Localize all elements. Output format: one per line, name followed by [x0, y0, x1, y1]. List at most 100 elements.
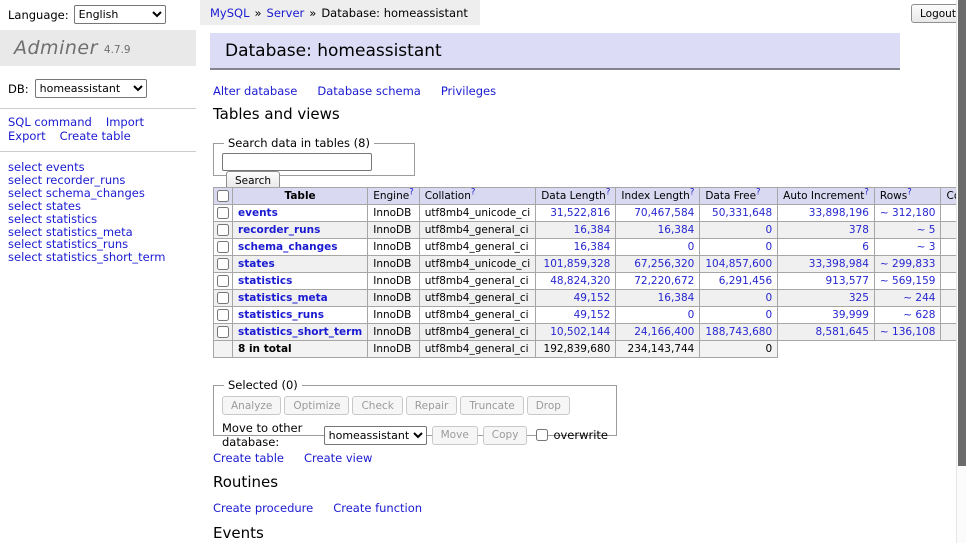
cell-data-free: 104,857,600	[700, 256, 778, 273]
link-alter-database[interactable]: Alter database	[213, 84, 297, 98]
cell-engine: InnoDB	[368, 256, 420, 273]
sidebar-table-link-statistics[interactable]: statistics	[46, 212, 97, 226]
sidebar-link-import[interactable]: Import	[106, 115, 144, 129]
sidebar-select-link-statistics-meta[interactable]: select	[8, 225, 42, 239]
cell-data-length: 16,384	[536, 239, 616, 256]
cell-data-length: 31,522,816	[536, 205, 616, 222]
column-help-link[interactable]: ?	[690, 188, 695, 198]
sidebar-link-create-table[interactable]: Create table	[60, 129, 131, 143]
row-checkbox-recorder-runs[interactable]	[217, 224, 229, 236]
column-help-link[interactable]: ?	[606, 188, 611, 198]
row-checkbox-statistics-meta[interactable]	[217, 292, 229, 304]
optimize-button[interactable]: Optimize	[284, 396, 349, 415]
breadcrumb-current: Database: homeassistant	[321, 6, 468, 20]
check-button[interactable]: Check	[352, 396, 402, 415]
sidebar-select-link-statistics[interactable]: select	[8, 212, 42, 226]
table-link-statistics-runs[interactable]: statistics_runs	[238, 309, 324, 321]
cell-engine: InnoDB	[368, 290, 420, 307]
db-select[interactable]: homeassistant	[35, 79, 147, 98]
sidebar-select-link-events[interactable]: select	[8, 160, 42, 174]
rows-link-schema-changes[interactable]: ~ 3	[917, 241, 936, 253]
sidebar-table-link-states[interactable]: states	[46, 199, 81, 213]
routines-heading: Routines	[213, 473, 278, 491]
move-button[interactable]: Move	[432, 426, 478, 445]
row-checkbox-statistics-short-term[interactable]	[217, 326, 229, 338]
rows-link-statistics[interactable]: ~ 569,159	[880, 275, 936, 287]
overwrite-checkbox[interactable]	[536, 429, 548, 441]
move-db-select[interactable]: homeassistant	[324, 426, 427, 445]
link-privileges[interactable]: Privileges	[441, 84, 496, 98]
row-checkbox-schema-changes[interactable]	[217, 241, 229, 253]
sidebar-table-link-statistics-meta[interactable]: statistics_meta	[46, 225, 133, 239]
cell-index-length: 0	[616, 239, 700, 256]
table-row-statistics-short-term: statistics_short_termInnoDButf8mb4_gener…	[214, 324, 966, 341]
table-link-recorder-runs[interactable]: recorder_runs	[238, 224, 320, 236]
col-header-label: Data Length	[541, 190, 606, 202]
sidebar-table-link-statistics-runs[interactable]: statistics_runs	[46, 237, 128, 251]
row-checkbox-states[interactable]	[217, 258, 229, 270]
rows-link-recorder-runs[interactable]: ~ 5	[917, 224, 936, 236]
breadcrumb-mysql-link[interactable]: MySQL	[210, 6, 250, 20]
link-create-procedure[interactable]: Create procedure	[213, 501, 313, 515]
rows-link-statistics-short-term[interactable]: ~ 136,108	[880, 326, 936, 338]
link-create-function[interactable]: Create function	[333, 501, 422, 515]
col-header-engine: Engine?	[368, 188, 420, 205]
cell-auto-increment: 325	[778, 290, 875, 307]
scrollbar-thumb[interactable]	[958, 0, 966, 466]
copy-button[interactable]: Copy	[483, 426, 528, 445]
cell-auto-increment: 913,577	[778, 273, 875, 290]
column-help-link[interactable]: ?	[409, 188, 414, 198]
cell-data-length: 48,824,320	[536, 273, 616, 290]
rows-link-statistics-runs[interactable]: ~ 628	[903, 309, 935, 321]
sidebar-table-link-events[interactable]: events	[46, 160, 85, 174]
repair-button[interactable]: Repair	[406, 396, 458, 415]
sidebar-table-link-recorder-runs[interactable]: recorder_runs	[46, 173, 126, 187]
sidebar-table-link-statistics-short-term[interactable]: statistics_short_term	[46, 250, 166, 264]
cell-data-free: 0	[700, 290, 778, 307]
row-checkbox-statistics-runs[interactable]	[217, 309, 229, 321]
sidebar-table-link-schema-changes[interactable]: schema_changes	[46, 186, 145, 200]
sidebar-link-export[interactable]: Export	[8, 129, 46, 143]
routines-links: Create procedure Create function	[213, 501, 442, 515]
column-help-link[interactable]: ?	[864, 188, 869, 198]
analyze-button[interactable]: Analyze	[222, 396, 281, 415]
column-help-link[interactable]: ?	[907, 188, 912, 198]
table-link-statistics-short-term[interactable]: statistics_short_term	[238, 326, 362, 338]
rows-link-events[interactable]: ~ 312,180	[880, 207, 936, 219]
row-checkbox-cell	[214, 205, 233, 222]
column-help-link[interactable]: ?	[756, 188, 761, 198]
sidebar-select-link-recorder-runs[interactable]: select	[8, 173, 42, 187]
language-select[interactable]: English	[74, 5, 166, 24]
table-link-statistics-meta[interactable]: statistics_meta	[238, 292, 328, 304]
sidebar-select-link-schema-changes[interactable]: select	[8, 186, 42, 200]
rows-link-statistics-meta[interactable]: ~ 244	[903, 292, 935, 304]
drop-button[interactable]: Drop	[527, 396, 570, 415]
breadcrumb-separator: »	[255, 6, 262, 20]
sidebar-link-sql-command[interactable]: SQL command	[8, 115, 92, 129]
truncate-button[interactable]: Truncate	[460, 396, 523, 415]
table-link-events[interactable]: events	[238, 207, 278, 219]
link-create-view[interactable]: Create view	[304, 451, 372, 465]
breadcrumb-server-link[interactable]: Server	[267, 6, 305, 20]
breadcrumb-separator: »	[309, 6, 316, 20]
table-link-schema-changes[interactable]: schema_changes	[238, 241, 338, 253]
col-header-data-length: Data Length?	[536, 188, 616, 205]
row-checkbox-statistics[interactable]	[217, 275, 229, 287]
sidebar-select-link-statistics-runs[interactable]: select	[8, 237, 42, 251]
table-name-cell: statistics_runs	[233, 307, 368, 324]
link-create-table[interactable]: Create table	[213, 451, 284, 465]
select-all-checkbox[interactable]	[217, 190, 229, 202]
cell-rows: ~ 299,833	[874, 256, 941, 273]
rows-link-states[interactable]: ~ 299,833	[880, 258, 936, 270]
sidebar-select-link-states[interactable]: select	[8, 199, 42, 213]
table-link-states[interactable]: states	[238, 258, 275, 270]
search-input[interactable]	[222, 153, 372, 171]
sidebar-select-link-statistics-short-term[interactable]: select	[8, 250, 42, 264]
link-database-schema[interactable]: Database schema	[317, 84, 420, 98]
row-checkbox-events[interactable]	[217, 207, 229, 219]
column-help-link[interactable]: ?	[471, 188, 476, 198]
scrollbar[interactable]	[956, 0, 966, 543]
cell-index-length: 16,384	[616, 222, 700, 239]
table-row-schema-changes: schema_changesInnoDButf8mb4_general_ci16…	[214, 239, 966, 256]
table-link-statistics[interactable]: statistics	[238, 275, 292, 287]
